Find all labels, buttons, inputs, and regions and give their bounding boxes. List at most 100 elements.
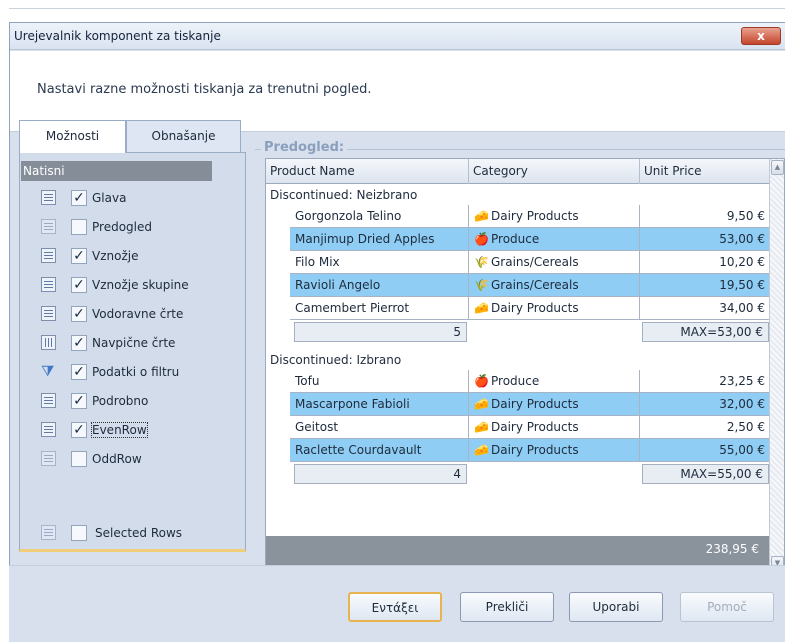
option-checkbox[interactable]: ✓ (71, 190, 87, 206)
category-icon: 🍎 (474, 374, 489, 388)
option-horizontal-lines[interactable]: ✓ Vodoravne črte (20, 304, 240, 324)
header-icon (41, 190, 56, 205)
cell-category: 🌾 Grains/Cereals (469, 251, 640, 274)
cell-unit-price: 23,25 € (640, 370, 771, 393)
background-edge (0, 0, 9, 642)
options-panel: Možnosti Obnašanje Natisni ✓ Glava Predogl… (19, 120, 246, 552)
option-label: Vodoravne črte (92, 307, 184, 321)
odd-row-icon (41, 451, 56, 466)
option-checkbox[interactable]: ✓ (71, 393, 87, 409)
category-icon: 🧀 (474, 209, 489, 223)
filter-icon: ⧩ (41, 362, 56, 380)
tab-obnasanje[interactable]: Obnašanje (126, 120, 241, 152)
option-footer[interactable]: ✓ Vznožje (20, 246, 240, 266)
cell-unit-price: 9,50 € (640, 205, 771, 228)
cell-product-name: Raclette Courdavault (290, 439, 469, 462)
option-checkbox[interactable]: ✓ (71, 248, 87, 264)
group-count: 4 (294, 464, 467, 484)
even-row-icon (41, 422, 56, 437)
cell-product-name: Camembert Pierrot (290, 297, 469, 320)
option-checkbox[interactable]: ✓ (71, 422, 87, 438)
tab-moznosti[interactable]: Možnosti (19, 120, 126, 153)
column-header-category[interactable]: Category (469, 159, 640, 184)
group-footer-row: 5 MAX=53,00 € (290, 320, 771, 344)
close-button[interactable]: x (741, 27, 781, 45)
apply-button[interactable]: Uporabi (569, 592, 663, 622)
cell-category: 🧀 Dairy Products (469, 297, 640, 320)
column-header-unit-price[interactable]: Unit Price (640, 159, 771, 184)
option-vertical-lines[interactable]: ✓ Navpične črte (20, 333, 240, 353)
header-description: Nastavi razne možnosti tiskanja za trenu… (37, 82, 372, 97)
table-row[interactable]: Camembert Pierrot 🧀 Dairy Products 34,00 € (290, 297, 771, 320)
cell-category: 🍎 Produce (469, 228, 640, 251)
option-label: Podrobno (92, 394, 149, 408)
category-icon: 🧀 (474, 443, 489, 457)
option-checkbox[interactable]: ✓ (71, 364, 87, 380)
table-row[interactable]: Gorgonzola Telino 🧀 Dairy Products 9,50 € (290, 205, 771, 228)
option-label: OddRow (92, 452, 142, 466)
title-bar: Urejevalnik komponent za tiskanje x (10, 23, 785, 50)
option-header[interactable]: ✓ Glava (20, 188, 240, 208)
preview-icon (41, 219, 56, 234)
option-filter[interactable]: ⧩ ✓ Podatki o filtru (20, 362, 240, 382)
category-label: Dairy Products (491, 209, 579, 223)
cell-product-name: Mascarpone Fabioli (290, 393, 469, 416)
option-label: Vznožje skupine (92, 278, 189, 292)
option-checkbox[interactable] (71, 219, 87, 235)
preview-group: Predogled: Product Name Category Unit Pr… (255, 136, 785, 574)
category-label: Dairy Products (491, 397, 579, 411)
option-detail[interactable]: ✓ Podrobno (20, 391, 240, 411)
category-icon: 🌾 (474, 278, 489, 292)
preview-grid[interactable]: Product Name Category Unit Price Discont… (265, 158, 785, 574)
selected-rows-checkbox[interactable] (71, 525, 87, 541)
option-even-row[interactable]: ✓ EvenRow (20, 420, 240, 440)
option-odd-row[interactable]: OddRow (20, 449, 240, 469)
table-row[interactable]: Ravioli Angelo 🌾 Grains/Cereals 19,50 € (290, 274, 771, 297)
table-row[interactable]: Geitost 🧀 Dairy Products 2,50 € (290, 416, 771, 439)
cell-product-name: Geitost (290, 416, 469, 439)
table-row[interactable]: Manjimup Dried Apples 🍎 Produce 53,00 € (290, 228, 771, 251)
tab-label: Obnašanje (151, 129, 216, 143)
scroll-up-button[interactable]: ▲ (771, 160, 784, 175)
cancel-button[interactable]: Prekliči (460, 592, 554, 622)
table-row[interactable]: Raclette Courdavault 🧀 Dairy Products 55,00… (290, 439, 771, 462)
option-selected-rows[interactable]: Selected Rows (20, 523, 240, 543)
option-group-footer[interactable]: ✓ Vznožje skupine (20, 275, 240, 295)
help-button[interactable]: Pomoč (680, 592, 774, 622)
footer-icon (41, 248, 56, 263)
group-header[interactable]: Discontinued: Neizbrano (266, 185, 771, 205)
table-row[interactable]: Mascarpone Fabioli 🧀 Dairy Products 32,00 € (290, 393, 771, 416)
group-footer-icon (41, 277, 56, 292)
ok-button[interactable]: Εντάξει (348, 592, 442, 622)
option-checkbox[interactable] (71, 451, 87, 467)
category-label: Dairy Products (491, 420, 579, 434)
cell-product-name: Ravioli Angelo (290, 274, 469, 297)
cell-unit-price: 34,00 € (640, 297, 771, 320)
preview-scrollbar[interactable]: ▲ ▼ (769, 159, 784, 573)
group-footer-row: 4 MAX=55,00 € (290, 462, 771, 486)
option-checkbox[interactable]: ✓ (71, 306, 87, 322)
group-header[interactable]: Discontinued: Izbrano (266, 350, 771, 370)
group-max: MAX=53,00 € (642, 322, 769, 342)
category-icon: 🧀 (474, 301, 489, 315)
option-checkbox[interactable]: ✓ (71, 277, 87, 293)
cell-unit-price: 55,00 € (640, 439, 771, 462)
cell-category: 🌾 Grains/Cereals (469, 274, 640, 297)
option-label: Glava (92, 191, 127, 205)
table-row[interactable]: Filo Mix 🌾 Grains/Cereals 10,20 € (290, 251, 771, 274)
category-label: Grains/Cereals (491, 255, 579, 269)
detail-icon (41, 393, 56, 408)
column-header-product-name[interactable]: Product Name (266, 159, 469, 184)
table-row[interactable]: Tofu 🍎 Produce 23,25 € (290, 370, 771, 393)
category-label: Dairy Products (491, 443, 579, 457)
category-icon: 🧀 (474, 420, 489, 434)
category-icon: 🍎 (474, 232, 489, 246)
cell-unit-price: 19,50 € (640, 274, 771, 297)
cell-category: 🧀 Dairy Products (469, 439, 640, 462)
option-preview[interactable]: Predogled (20, 217, 240, 237)
group-count: 5 (294, 322, 467, 342)
cell-product-name: Gorgonzola Telino (290, 205, 469, 228)
grid-header: Product Name Category Unit Price (266, 159, 771, 184)
dialog-title: Urejevalnik komponent za tiskanje (14, 29, 221, 43)
option-checkbox[interactable]: ✓ (71, 335, 87, 351)
